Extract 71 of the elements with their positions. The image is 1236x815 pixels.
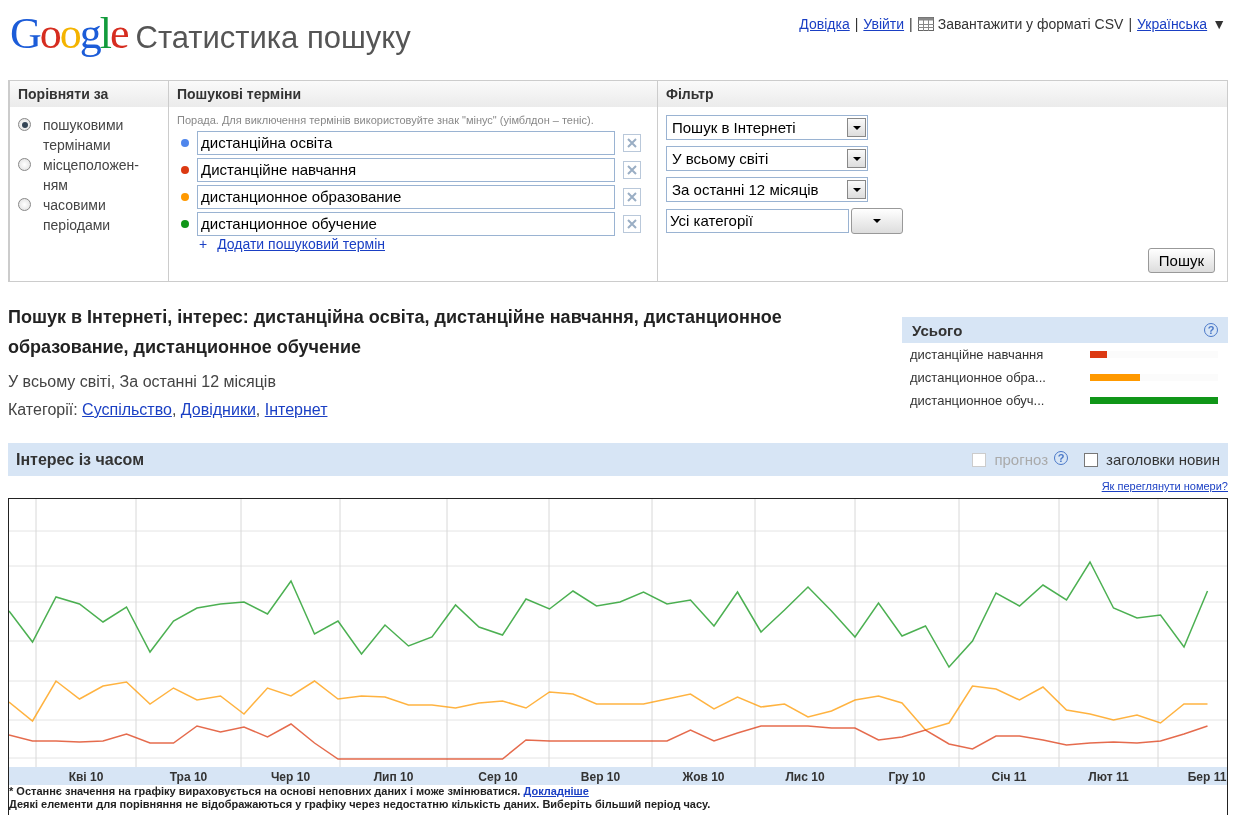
header-link[interactable]: Увійти: [863, 16, 905, 32]
close-icon[interactable]: [623, 161, 641, 179]
scope-text: У всьому світі, За останні 12 місяців: [8, 372, 277, 392]
table-icon: [917, 17, 934, 31]
caret-icon[interactable]: ▼: [1212, 16, 1226, 32]
radio-label[interactable]: часовими періодами: [43, 195, 135, 235]
radio-button[interactable]: [18, 198, 31, 211]
separator-text: |: [1128, 16, 1133, 32]
legend-label: дистанционное обуч...: [910, 393, 1046, 408]
axis-label: Сер 10: [478, 770, 518, 784]
page-title: Статистика пошуку: [135, 20, 411, 56]
separator-text: ,: [171, 401, 178, 418]
radio-button[interactable]: [18, 158, 31, 171]
term-field[interactable]: Дистанційне навчання: [197, 158, 615, 182]
axis-label: Бер 11: [1187, 770, 1227, 784]
dropdown[interactable]: Пошук в Інтернеті: [666, 115, 868, 140]
dropdown[interactable]: За останні 12 місяців: [666, 177, 868, 202]
section-header: Інтерес із часом прогноз ? заголовки новин: [8, 443, 1228, 476]
add-term-link[interactable]: Додати пошуковий термін: [217, 236, 385, 252]
category-field[interactable]: Усі категорії: [666, 209, 849, 233]
axis-label: Лют 11: [1088, 770, 1129, 784]
csv-download[interactable]: Завантажити у форматі CSV: [917, 16, 1124, 32]
axis-label: Вер 10: [580, 770, 621, 784]
categories-label: Категорії:: [8, 401, 79, 418]
category-link[interactable]: Довідники: [180, 401, 256, 418]
caret-icon: [851, 124, 862, 131]
term-field[interactable]: дистанционное обучение: [197, 212, 615, 236]
category-button[interactable]: [851, 208, 903, 234]
caret-icon: [872, 218, 882, 224]
search-button[interactable]: Пошук: [1147, 248, 1215, 273]
term-field[interactable]: дистанционное образование: [197, 185, 615, 209]
checkbox-label: прогноз: [994, 451, 1048, 468]
column-heading: Порівняти за: [10, 81, 168, 107]
close-icon[interactable]: [623, 215, 641, 233]
totals-header: Усього ?: [902, 317, 1228, 343]
checkbox-label[interactable]: заголовки новин: [1106, 451, 1220, 468]
caret-icon: [851, 155, 862, 162]
column-heading: Пошукові терміни: [169, 81, 657, 107]
axis-label: Лип 10: [373, 770, 414, 784]
help-link[interactable]: Як переглянути номери?: [1101, 480, 1228, 492]
close-icon[interactable]: [623, 134, 641, 152]
close-icon[interactable]: [623, 188, 641, 206]
category-link[interactable]: Інтернет: [264, 401, 328, 418]
axis-label: Жов 10: [682, 770, 725, 784]
axis-label: Тра 10: [169, 770, 208, 784]
category-link[interactable]: Суспільство: [82, 401, 172, 418]
results-title: Пошук в Інтернеті, інтерес: дистанційна освіта, дистанційне навчання, дистанционное образование, дистанционное обучение: [8, 306, 783, 359]
chart-note: Деякі елементи для порівняння не відображаються у графіку через недостатню кількість даних. Виберіть більший період часу.: [9, 798, 712, 811]
caret-icon: [851, 186, 862, 193]
separator-text: |: [854, 16, 859, 32]
axis-label: Гру 10: [888, 770, 926, 784]
hint-text: Порада. Для виключення термінів використовуйте знак "мінус" (уімблдон – теніс).: [177, 113, 595, 128]
axis-label: Січ 11: [991, 770, 1027, 784]
separator-text: ,: [255, 401, 262, 418]
radio-button[interactable]: [18, 118, 31, 131]
axis-label: Кві 10: [68, 770, 104, 784]
axis-label: Лис 10: [785, 770, 825, 784]
separator-text: |: [909, 16, 913, 32]
dropdown[interactable]: У всьому світі: [666, 146, 868, 171]
chart-note: * Останнє значення на графіку вираховується на основі неповних даних і може змінюватися. Докладніше: [9, 785, 590, 798]
plus-icon[interactable]: +: [199, 236, 208, 252]
term-field[interactable]: дистанційна освіта: [197, 131, 615, 155]
checkbox[interactable]: [1084, 452, 1098, 467]
header-link[interactable]: Довідка: [799, 16, 850, 32]
google-logo[interactable]: Google: [10, 8, 128, 59]
legend-label: дистанционное обра...: [910, 370, 1047, 385]
more-link[interactable]: Докладніше: [523, 785, 589, 797]
language-link[interactable]: Українська: [1137, 16, 1208, 32]
column-heading: Фільтр: [658, 81, 1227, 107]
legend-label: дистанційне навчання: [910, 347, 1045, 362]
axis-label: Чер 10: [270, 770, 311, 784]
